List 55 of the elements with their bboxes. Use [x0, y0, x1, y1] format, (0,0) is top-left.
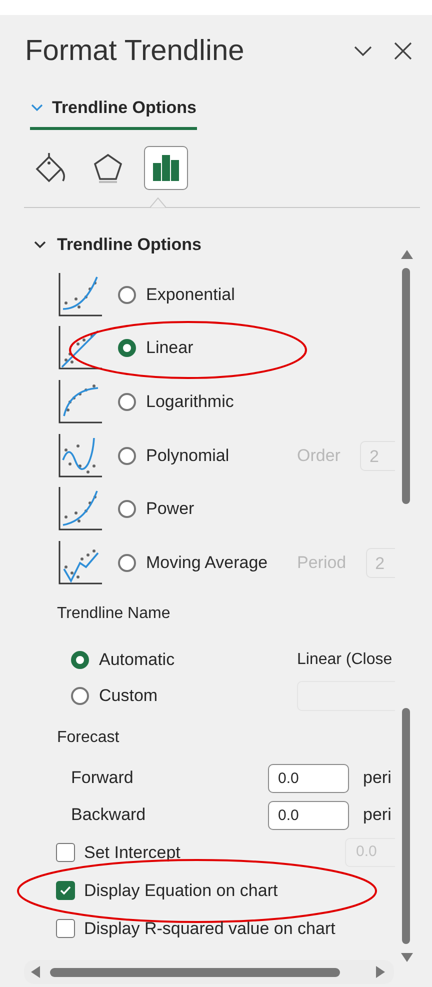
radio-button[interactable]	[118, 446, 136, 465]
option-label[interactable]: Polynomial	[146, 446, 230, 466]
unit-label: peri	[363, 805, 392, 826]
option-label[interactable]: Exponential	[146, 284, 235, 305]
trendline-chart-icon	[58, 487, 102, 532]
option-label[interactable]: Custom	[99, 686, 158, 706]
checkbox[interactable]	[56, 843, 75, 862]
scroll-right-icon[interactable]	[376, 966, 385, 978]
paint-bucket-icon	[33, 151, 67, 185]
radio-button[interactable]	[118, 554, 136, 572]
scrollbar-thumb[interactable]	[402, 268, 410, 504]
scroll-left-icon[interactable]	[31, 966, 40, 978]
scroll-up-icon[interactable]	[401, 250, 413, 259]
radio-button[interactable]	[118, 286, 136, 304]
checkbox-label[interactable]: Display Equation on chart	[84, 880, 278, 901]
pentagon-icon	[91, 151, 125, 185]
trendline-chart-icon	[58, 540, 102, 585]
section-title: Trendline Options	[57, 235, 202, 255]
group-label: Trendline Name	[57, 604, 172, 624]
option-label[interactable]: Power	[146, 499, 194, 520]
input-field[interactable]: 0.0	[268, 764, 349, 793]
checkbox-label[interactable]: Display R-squared value on chart	[84, 918, 336, 939]
pane-title: Format Trendline	[25, 34, 246, 68]
option-label: Period	[297, 552, 346, 573]
option-label[interactable]: Automatic	[99, 650, 175, 670]
option-label[interactable]: Linear	[146, 338, 194, 358]
scroll-down-icon[interactable]	[401, 953, 413, 962]
bar-chart-icon	[151, 153, 181, 183]
radio-button[interactable]	[118, 500, 136, 518]
horizontal-scrollbar[interactable]	[24, 960, 394, 984]
options-tab[interactable]: Trendline Options	[30, 90, 197, 130]
field-label: Forward	[71, 768, 134, 788]
radio-button[interactable]	[118, 392, 136, 411]
unit-label: peri	[363, 768, 392, 788]
group-label: Forecast	[57, 728, 120, 748]
trendline-name-value: Linear (Close	[297, 650, 392, 669]
option-label[interactable]: Logarithmic	[146, 392, 234, 412]
trendline-chart-icon	[58, 434, 102, 478]
checkmark-icon	[59, 884, 72, 898]
scrollbar-thumb[interactable]	[402, 708, 410, 944]
input-field[interactable]: 0.0	[268, 800, 349, 830]
option-label[interactable]: Moving Average	[146, 552, 268, 573]
radio-button[interactable]	[71, 686, 89, 705]
close-icon[interactable]	[392, 40, 414, 62]
checkbox[interactable]	[56, 919, 75, 938]
trendline-chart-icon	[58, 380, 102, 424]
trendline-chart-icon	[58, 272, 102, 317]
checkbox-label[interactable]: Set Intercept	[84, 842, 180, 863]
option-label: Order	[297, 446, 340, 466]
radio-button[interactable]	[71, 650, 89, 669]
options-category-button[interactable]	[144, 146, 188, 190]
scrollbar-thumb[interactable]	[50, 968, 340, 977]
radio-button[interactable]	[118, 339, 136, 358]
field-label: Backward	[71, 805, 146, 826]
checkbox[interactable]	[56, 881, 75, 900]
